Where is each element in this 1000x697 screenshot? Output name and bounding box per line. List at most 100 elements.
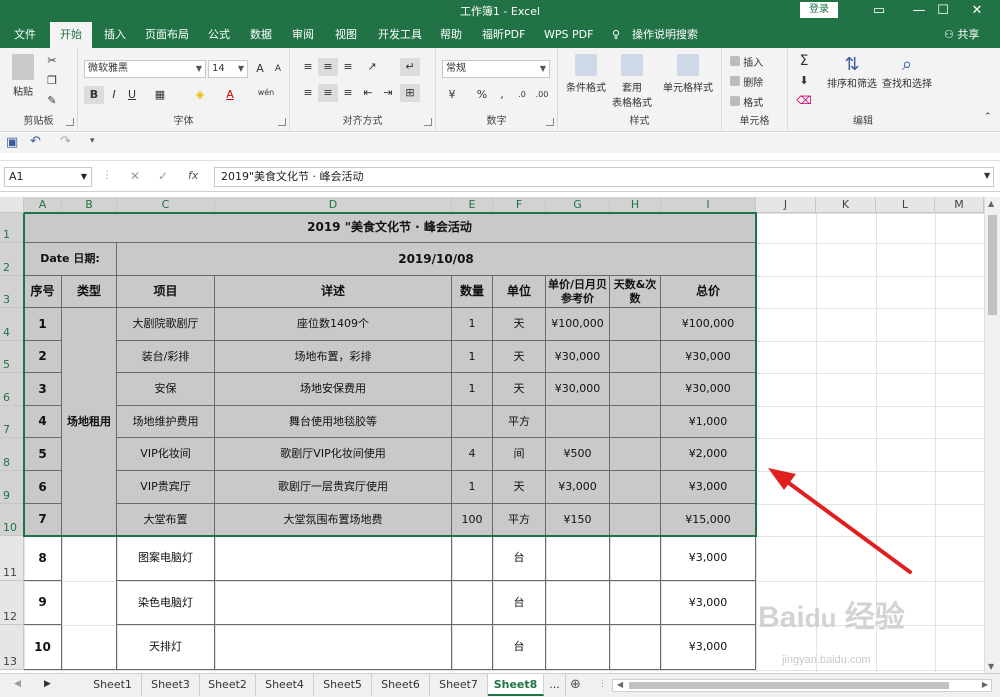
- sheet-tab-sheet4[interactable]: Sheet4: [256, 674, 314, 696]
- data-cell-detail[interactable]: [215, 536, 452, 581]
- redo-icon[interactable]: ↷: [60, 134, 71, 149]
- tab-view[interactable]: 视图: [335, 22, 357, 48]
- close-icon[interactable]: ✕: [954, 0, 1000, 22]
- phonetic-button[interactable]: wén: [256, 84, 276, 102]
- venue-type-cell[interactable]: 场地租用: [62, 308, 117, 536]
- row-header-6[interactable]: 6: [0, 373, 24, 406]
- delete-cells-button[interactable]: 删除: [730, 74, 763, 89]
- formula-input[interactable]: 2019"美食文化节 · 峰会活动: [214, 167, 994, 187]
- font-size-select[interactable]: 14 ▼: [208, 60, 248, 78]
- data-cell-detail[interactable]: 场地安保费用: [215, 373, 452, 406]
- row-header-1[interactable]: 1: [0, 213, 24, 243]
- data-cell-qty[interactable]: [452, 406, 493, 438]
- sheet-tab-sheet1[interactable]: Sheet1: [84, 674, 142, 696]
- tab-review[interactable]: 审阅: [292, 22, 314, 48]
- data-cell-qty[interactable]: 4: [452, 438, 493, 471]
- increase-decimal-icon[interactable]: .0: [512, 86, 532, 104]
- percent-button[interactable]: %: [472, 86, 492, 104]
- add-sheet-icon[interactable]: ⊕: [570, 677, 581, 692]
- data-cell-price[interactable]: ¥150: [546, 504, 610, 536]
- data-cell-price[interactable]: [546, 581, 610, 625]
- data-cell-unit[interactable]: 天: [493, 471, 546, 504]
- tab-foxit-pdf[interactable]: 福昕PDF: [482, 22, 525, 48]
- data-cell-item[interactable]: 场地维护费用: [117, 406, 215, 438]
- data-cell-days[interactable]: [610, 341, 661, 373]
- align-left-icon[interactable]: ≡: [298, 84, 318, 102]
- data-cell-qty[interactable]: 100: [452, 504, 493, 536]
- data-cell-qty[interactable]: 1: [452, 308, 493, 341]
- sort-filter-button[interactable]: ⇅ 排序和筛选: [826, 54, 878, 90]
- data-cell-no[interactable]: 6: [24, 471, 62, 504]
- row-header-7[interactable]: 7: [0, 406, 24, 438]
- row-header-10[interactable]: 10: [0, 504, 24, 536]
- row-header-5[interactable]: 5: [0, 341, 24, 373]
- format-painter-icon[interactable]: ✎: [42, 92, 62, 110]
- undo-icon[interactable]: ↶: [30, 134, 41, 149]
- header-cell-detail[interactable]: 详述: [215, 276, 452, 308]
- currency-icon[interactable]: ¥: [442, 86, 462, 104]
- header-cell-qty[interactable]: 数量: [452, 276, 493, 308]
- insert-function-button[interactable]: fx: [188, 169, 198, 182]
- paste-button[interactable]: 粘贴: [8, 54, 38, 104]
- format-cells-button[interactable]: 格式: [730, 94, 763, 109]
- data-cell-item[interactable]: VIP化妆间: [117, 438, 215, 471]
- data-cell-qty[interactable]: [452, 536, 493, 581]
- border-icon[interactable]: ▦: [150, 86, 170, 104]
- wrap-text-icon[interactable]: ↵: [400, 58, 420, 76]
- tab-developer[interactable]: 开发工具: [378, 22, 422, 48]
- alignment-launcher-icon[interactable]: [424, 118, 432, 126]
- data-cell-total[interactable]: ¥1,000: [661, 406, 756, 438]
- select-all-corner[interactable]: [0, 197, 24, 213]
- vertical-scrollbar[interactable]: ▲ ▼: [984, 197, 1000, 673]
- data-cell-unit[interactable]: 台: [493, 581, 546, 625]
- data-cell-item[interactable]: 染色电脑灯: [117, 581, 215, 625]
- cut-icon[interactable]: ✂: [42, 52, 62, 70]
- data-cell-detail[interactable]: 座位数1409个: [215, 308, 452, 341]
- row-header-12[interactable]: 12: [0, 581, 24, 625]
- sheet-tab-sheet2[interactable]: Sheet2: [200, 674, 256, 696]
- shrink-font-button[interactable]: A: [268, 60, 288, 78]
- data-cell-no[interactable]: 10: [24, 625, 62, 670]
- data-cell-total[interactable]: ¥3,000: [661, 536, 756, 581]
- data-cell-price[interactable]: ¥3,000: [546, 471, 610, 504]
- data-cell-unit[interactable]: 天: [493, 341, 546, 373]
- autosum-button[interactable]: Σ: [794, 52, 814, 70]
- data-cell-price[interactable]: ¥100,000: [546, 308, 610, 341]
- cell-styles-button[interactable]: 单元格样式: [658, 54, 718, 94]
- merge-center-icon[interactable]: ⊞: [400, 84, 420, 102]
- clipboard-launcher-icon[interactable]: [66, 118, 74, 126]
- align-top-icon[interactable]: ≡: [298, 58, 318, 76]
- data-cell-qty[interactable]: 1: [452, 373, 493, 406]
- expand-formula-icon[interactable]: ▼: [984, 171, 990, 180]
- data-cell-detail[interactable]: 歌剧厅一层贵宾厅使用: [215, 471, 452, 504]
- decrease-decimal-icon[interactable]: .00: [532, 86, 552, 104]
- bold-button[interactable]: B: [84, 86, 104, 104]
- next-sheet-icon[interactable]: ▶: [44, 679, 51, 689]
- tab-wps-pdf[interactable]: WPS PDF: [544, 22, 593, 48]
- header-cell-total[interactable]: 总价: [661, 276, 756, 308]
- data-cell-total[interactable]: ¥3,000: [661, 581, 756, 625]
- tab-insert[interactable]: 插入: [104, 22, 126, 48]
- column-header-e[interactable]: E: [452, 197, 493, 213]
- data-cell-qty[interactable]: [452, 581, 493, 625]
- data-cell-days[interactable]: [610, 536, 661, 581]
- collapse-ribbon-icon[interactable]: ⌃: [984, 112, 992, 122]
- share-button[interactable]: ⚇ 共享: [944, 22, 979, 48]
- data-cell-item[interactable]: 图案电脑灯: [117, 536, 215, 581]
- tab-file[interactable]: 文件: [14, 22, 36, 48]
- data-cell-no[interactable]: 9: [24, 581, 62, 625]
- header-cell-type[interactable]: 类型: [62, 276, 117, 308]
- align-middle-icon[interactable]: ≡: [318, 58, 338, 76]
- data-cell-item[interactable]: 安保: [117, 373, 215, 406]
- fill-color-icon[interactable]: ◈: [190, 86, 210, 104]
- data-cell-price[interactable]: [546, 625, 610, 670]
- more-sheets-tab[interactable]: ...: [544, 674, 566, 696]
- save-icon[interactable]: ▣: [6, 135, 18, 150]
- data-cell-total[interactable]: ¥3,000: [661, 471, 756, 504]
- font-name-select[interactable]: 微软雅黑 ▼: [84, 60, 206, 78]
- data-cell-days[interactable]: [610, 406, 661, 438]
- data-cell-unit[interactable]: 平方: [493, 504, 546, 536]
- data-cell-unit[interactable]: 天: [493, 308, 546, 341]
- data-cell-days[interactable]: [610, 625, 661, 670]
- data-cell-no[interactable]: 2: [24, 341, 62, 373]
